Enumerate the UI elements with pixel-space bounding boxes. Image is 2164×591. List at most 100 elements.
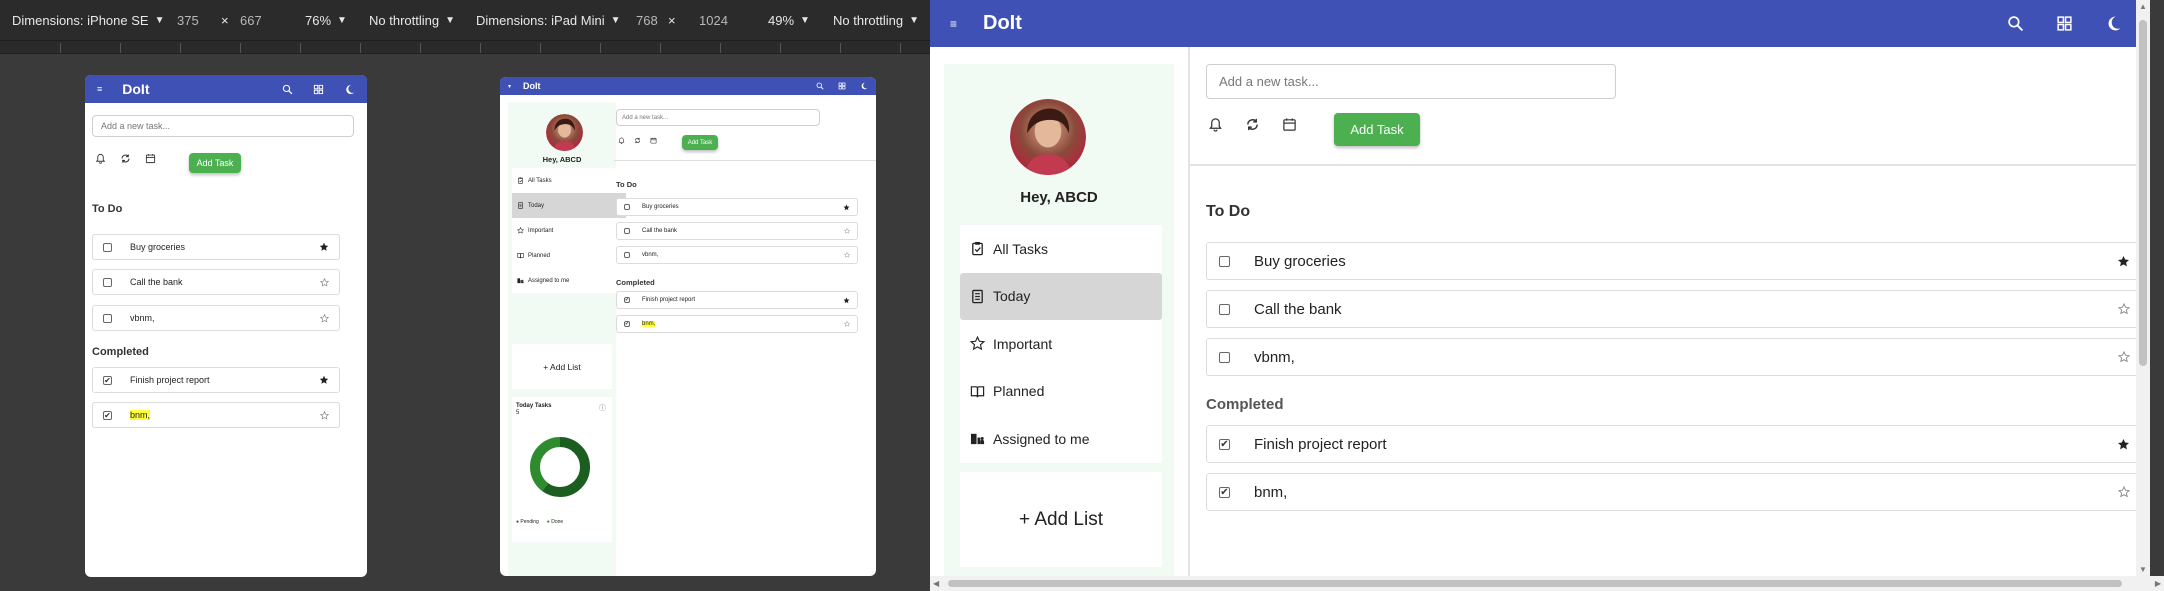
- task-checkbox-checked[interactable]: ✔: [624, 321, 630, 327]
- throttle-select-left[interactable]: No throttling ▼: [369, 13, 455, 28]
- scroll-down-icon[interactable]: ▼: [2139, 565, 2147, 574]
- repeat-icon[interactable]: [634, 137, 641, 144]
- add-list-button[interactable]: + Add List: [512, 344, 612, 389]
- star-outline-icon[interactable]: [320, 314, 329, 323]
- repeat-icon[interactable]: [120, 153, 131, 164]
- horizontal-scrollbar[interactable]: ◀ ▶: [930, 576, 2164, 591]
- task-row[interactable]: vbnm,: [1206, 338, 2143, 376]
- task-checkbox[interactable]: [1219, 255, 1230, 267]
- star-filled-icon[interactable]: [319, 375, 329, 385]
- add-task-button[interactable]: Add Task: [189, 153, 241, 173]
- nav-item-important[interactable]: Important: [512, 218, 626, 243]
- add-task-button[interactable]: Add Task: [682, 135, 718, 150]
- nav-item-assigned[interactable]: Assigned to me: [512, 268, 626, 293]
- calendar-icon[interactable]: [1282, 117, 1297, 132]
- repeat-icon[interactable]: [1245, 117, 1260, 132]
- task-checkbox-checked[interactable]: ✔: [1219, 438, 1230, 450]
- star-outline-icon[interactable]: [844, 252, 850, 258]
- task-row[interactable]: ✔ Finish project report: [1206, 425, 2143, 463]
- height-field[interactable]: 1024: [699, 13, 728, 28]
- calendar-icon[interactable]: [145, 153, 156, 164]
- width-field[interactable]: 375: [177, 13, 199, 28]
- task-row[interactable]: ✔ bnm,: [616, 315, 858, 333]
- nav-item-assigned[interactable]: Assigned to me: [960, 415, 1162, 463]
- nav-item-today[interactable]: Today: [512, 193, 626, 218]
- task-checkbox-checked[interactable]: ✔: [624, 297, 630, 303]
- task-checkbox[interactable]: [1219, 351, 1230, 363]
- task-checkbox[interactable]: [103, 242, 112, 252]
- star-outline-icon[interactable]: [2118, 351, 2130, 363]
- task-row[interactable]: Buy groceries: [1206, 242, 2143, 280]
- add-task-button[interactable]: Add Task: [1334, 113, 1420, 146]
- menu-icon[interactable]: ≡: [950, 17, 957, 31]
- task-checkbox-checked[interactable]: ✔: [103, 410, 112, 420]
- task-input[interactable]: Add a new task...: [1206, 64, 1616, 99]
- nav-item-all-tasks[interactable]: All Tasks: [512, 168, 626, 193]
- info-icon[interactable]: ⓘ: [599, 403, 606, 413]
- task-checkbox[interactable]: [1219, 303, 1230, 315]
- grid-icon[interactable]: [313, 84, 324, 95]
- star-outline-icon[interactable]: [844, 321, 850, 327]
- task-row[interactable]: Call the bank: [616, 222, 858, 240]
- task-row[interactable]: ✔ Finish project report: [92, 367, 340, 393]
- task-checkbox-checked[interactable]: ✔: [1219, 486, 1230, 498]
- task-row[interactable]: Buy groceries: [92, 234, 340, 260]
- grid-icon[interactable]: [2056, 15, 2073, 32]
- star-filled-icon[interactable]: [2117, 438, 2130, 451]
- width-field[interactable]: 768: [636, 13, 658, 28]
- task-checkbox[interactable]: [624, 252, 630, 258]
- task-row[interactable]: ✔ bnm,: [1206, 473, 2143, 511]
- task-row[interactable]: Call the bank: [92, 269, 340, 295]
- add-list-button[interactable]: + Add List: [960, 472, 1162, 567]
- grid-icon[interactable]: [838, 82, 846, 90]
- moon-icon[interactable]: [860, 82, 868, 90]
- task-checkbox[interactable]: [624, 204, 630, 210]
- moon-icon[interactable]: [344, 84, 355, 95]
- task-checkbox[interactable]: [103, 313, 112, 323]
- star-outline-icon[interactable]: [320, 278, 329, 287]
- scroll-right-icon[interactable]: ▶: [2155, 579, 2161, 588]
- search-icon[interactable]: [282, 84, 293, 95]
- task-checkbox[interactable]: [103, 277, 112, 287]
- throttle-select-right[interactable]: No throttling ▼: [833, 13, 919, 28]
- star-filled-icon[interactable]: [843, 204, 850, 211]
- nav-item-important[interactable]: Important: [960, 320, 1162, 368]
- task-row[interactable]: ✔ bnm,: [92, 402, 340, 428]
- calendar-icon[interactable]: [650, 137, 657, 144]
- task-checkbox[interactable]: [624, 228, 630, 234]
- zoom-select-left[interactable]: 76% ▼: [305, 13, 347, 28]
- star-outline-icon[interactable]: [320, 411, 329, 420]
- height-field[interactable]: 667: [240, 13, 262, 28]
- dimensions-select-left[interactable]: Dimensions: iPhone SE ▼: [12, 13, 164, 28]
- menu-icon[interactable]: ≡: [97, 84, 102, 94]
- task-row[interactable]: vbnm,: [92, 305, 340, 331]
- star-outline-icon[interactable]: [2118, 303, 2130, 315]
- scroll-up-icon[interactable]: ▲: [2139, 2, 2147, 11]
- scroll-thumb[interactable]: [2139, 20, 2147, 366]
- nav-item-planned[interactable]: Planned: [512, 243, 626, 268]
- star-filled-icon[interactable]: [319, 242, 329, 252]
- search-icon[interactable]: [2007, 15, 2024, 32]
- bell-icon[interactable]: [1208, 117, 1223, 132]
- task-row[interactable]: vbnm,: [616, 246, 858, 264]
- task-row[interactable]: ✔ Finish project report: [616, 291, 858, 309]
- dimensions-select-right[interactable]: Dimensions: iPad Mini ▼: [476, 13, 621, 28]
- star-outline-icon[interactable]: [844, 228, 850, 234]
- task-row[interactable]: Buy groceries: [616, 198, 858, 216]
- moon-icon[interactable]: [2105, 15, 2122, 32]
- vertical-scrollbar[interactable]: ▲ ▼: [2136, 0, 2150, 576]
- nav-item-today[interactable]: Today: [960, 272, 1162, 320]
- bell-icon[interactable]: [95, 153, 106, 164]
- nav-item-planned[interactable]: Planned: [960, 368, 1162, 416]
- star-filled-icon[interactable]: [843, 297, 850, 304]
- star-outline-icon[interactable]: [2118, 486, 2130, 498]
- scroll-left-icon[interactable]: ◀: [933, 579, 939, 588]
- bell-icon[interactable]: [618, 137, 625, 144]
- nav-item-all-tasks[interactable]: All Tasks: [960, 225, 1162, 273]
- task-checkbox-checked[interactable]: ✔: [103, 375, 112, 385]
- menu-icon[interactable]: ▾: [508, 83, 511, 90]
- search-icon[interactable]: [816, 82, 824, 90]
- star-filled-icon[interactable]: [2117, 255, 2130, 268]
- task-row[interactable]: Call the bank: [1206, 290, 2143, 328]
- task-input[interactable]: Add a new task...: [616, 109, 820, 126]
